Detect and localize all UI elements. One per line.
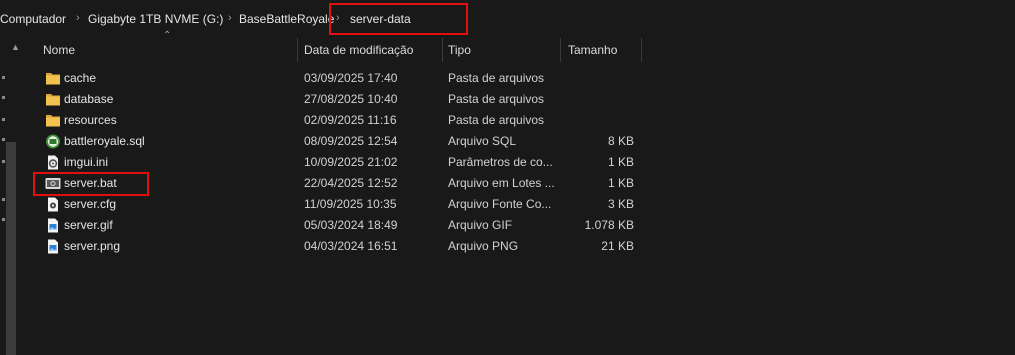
file-name[interactable]: cache: [64, 68, 294, 89]
file-row-server-png[interactable]: server.png 04/03/2024 16:51 Arquivo PNG …: [22, 236, 1015, 257]
file-size: [568, 68, 634, 89]
file-type: Pasta de arquivos: [448, 71, 545, 85]
file-name[interactable]: database: [64, 89, 294, 110]
file-modified: 10/09/2025 21:02: [304, 155, 398, 169]
nav-marker: [2, 118, 5, 121]
file-row-cache[interactable]: cache 03/09/2025 17:40 Pasta de arquivos: [22, 68, 1015, 89]
config-file-icon: [48, 197, 58, 212]
file-size: 3 KB: [607, 197, 634, 211]
file-modified: 22/04/2025 12:52: [304, 176, 398, 190]
folder-icon: [46, 115, 60, 127]
breadcrumb-separator[interactable]: ›: [76, 11, 80, 25]
file-modified: 27/08/2025 10:40: [304, 92, 398, 106]
file-name[interactable]: server.gif: [64, 215, 294, 236]
file-row-database[interactable]: database 27/08/2025 10:40 Pasta de arqui…: [22, 89, 1015, 110]
file-row-server-gif[interactable]: server.gif 05/03/2024 18:49 Arquivo GIF …: [22, 215, 1015, 236]
file-modified: 05/03/2024 18:49: [304, 218, 398, 232]
file-size: [568, 89, 634, 110]
highlight-box-server-bat: [33, 172, 149, 196]
file-modified: 04/03/2024 16:51: [304, 239, 398, 253]
file-name[interactable]: server.cfg: [64, 194, 294, 215]
file-type: Arquivo Fonte Co...: [448, 197, 552, 211]
file-size: 21 KB: [601, 239, 634, 253]
image-file-icon: [48, 218, 58, 233]
file-size: 1 KB: [607, 155, 634, 169]
column-divider[interactable]: [641, 38, 642, 62]
file-row-server-cfg[interactable]: server.cfg 11/09/2025 10:35 Arquivo Font…: [22, 194, 1015, 215]
column-header-name[interactable]: Nome: [38, 38, 298, 62]
file-type: Arquivo em Lotes ...: [448, 176, 555, 190]
column-header: ⌃ Nome Data de modificação Tipo Tamanho: [22, 30, 1015, 62]
nav-marker: [2, 218, 5, 221]
file-name[interactable]: server.png: [64, 236, 294, 257]
breadcrumb-item-drive[interactable]: Gigabyte 1TB NVME (G:): [88, 12, 223, 26]
nav-marker: [2, 76, 5, 79]
column-divider[interactable]: [297, 38, 298, 62]
folder-icon: [46, 94, 60, 106]
breadcrumb-item-basebattleroyale[interactable]: BaseBattleRoyale: [239, 12, 334, 26]
breadcrumb[interactable]: Computador › Gigabyte 1TB NVME (G:) › Ba…: [0, 6, 1015, 31]
file-modified: 08/09/2025 12:54: [304, 134, 398, 148]
chevron-up-icon[interactable]: ▲: [11, 42, 20, 52]
breadcrumb-item-computer[interactable]: Computador: [0, 12, 66, 26]
navigation-scrollbar[interactable]: [6, 142, 16, 355]
highlight-box-current-folder: [329, 3, 468, 35]
file-size: [568, 110, 634, 131]
file-type: Pasta de arquivos: [448, 113, 545, 127]
file-size: 1 KB: [607, 176, 634, 190]
sql-file-icon: [46, 134, 60, 149]
nav-marker: [2, 138, 5, 141]
column-header-type[interactable]: Tipo: [443, 38, 561, 62]
nav-marker: [2, 96, 5, 99]
file-name[interactable]: resources: [64, 110, 294, 131]
file-name[interactable]: imgui.ini: [64, 152, 294, 173]
column-header-modified[interactable]: Data de modificação: [299, 38, 443, 62]
file-type: Pasta de arquivos: [448, 92, 545, 106]
file-modified: 11/09/2025 10:35: [304, 197, 397, 211]
file-row-server-bat[interactable]: server.bat 22/04/2025 12:52 Arquivo em L…: [22, 173, 1015, 194]
file-size: 1.078 KB: [584, 218, 634, 232]
nav-marker: [2, 160, 5, 163]
file-type: Arquivo PNG: [448, 239, 519, 253]
settings-file-icon: [48, 155, 58, 170]
file-row-battleroyale-sql[interactable]: battleroyale.sql 08/09/2025 12:54 Arquiv…: [22, 131, 1015, 152]
file-row-imgui-ini[interactable]: imgui.ini 10/09/2025 21:02 Parâmetros de…: [22, 152, 1015, 173]
column-divider[interactable]: [560, 38, 561, 62]
file-size: 8 KB: [607, 134, 634, 148]
column-header-size[interactable]: Tamanho: [563, 38, 641, 62]
folder-icon: [46, 73, 60, 85]
breadcrumb-separator[interactable]: ›: [228, 11, 232, 25]
nav-marker: [2, 198, 5, 201]
file-type: Arquivo GIF: [448, 218, 513, 232]
file-type: Parâmetros de co...: [448, 155, 553, 169]
image-file-icon: [48, 239, 58, 254]
file-type: Arquivo SQL: [448, 134, 517, 148]
file-modified: 03/09/2025 17:40: [304, 71, 398, 85]
file-row-resources[interactable]: resources 02/09/2025 11:16 Pasta de arqu…: [22, 110, 1015, 131]
file-name[interactable]: battleroyale.sql: [64, 131, 294, 152]
navigation-pane[interactable]: ▲: [0, 38, 22, 355]
file-explorer-window: Computador › Gigabyte 1TB NVME (G:) › Ba…: [0, 0, 1015, 355]
file-modified: 02/09/2025 11:16: [304, 113, 397, 127]
